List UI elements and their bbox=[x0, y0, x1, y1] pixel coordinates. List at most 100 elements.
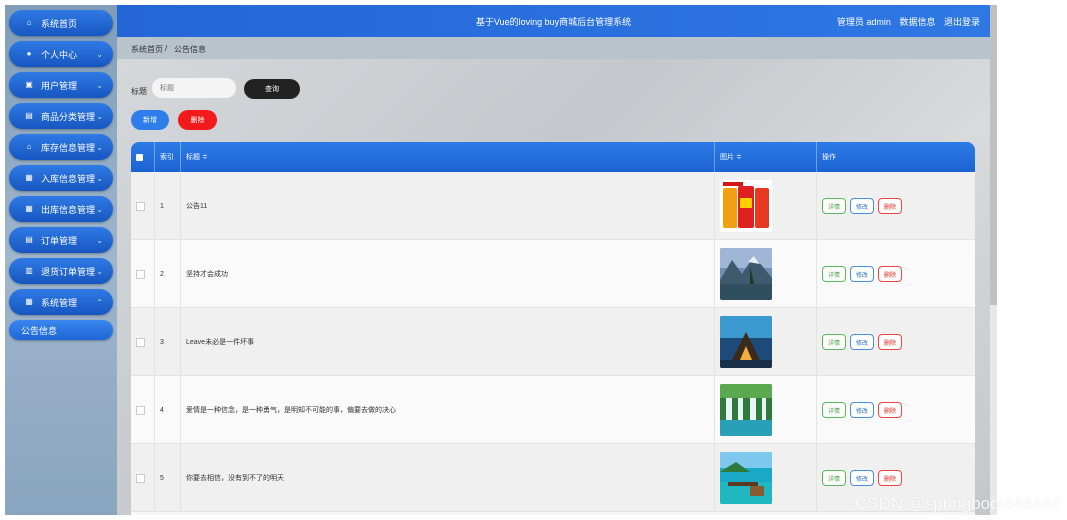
chevron-down-icon: ⌄ bbox=[96, 266, 103, 276]
sidebar-item-stock[interactable]: ⌂ 库存信息管理 ⌄ bbox=[9, 134, 113, 160]
sidebar-subitem-label: 公告信息 bbox=[21, 325, 58, 336]
sidebar-item-label: 订单管理 bbox=[41, 235, 78, 246]
column-header: 索引 bbox=[155, 142, 181, 172]
row-select[interactable] bbox=[131, 308, 155, 376]
row-select[interactable] bbox=[131, 444, 155, 512]
detail-button[interactable]: 详情 bbox=[822, 266, 847, 282]
sidebar-item-label: 个人中心 bbox=[41, 49, 78, 60]
breadcrumb-current: 公告信息 bbox=[174, 45, 206, 54]
detail-button[interactable]: 详情 bbox=[822, 334, 847, 350]
app-window: ⌂ 系统首页 ● 个人中心 ⌄ ▣ 用户管理 ⌄ ▤ 商品分类管理 ⌄ ⌂ 库存… bbox=[5, 5, 990, 515]
column-header[interactable]: 图片 ≑ bbox=[715, 142, 817, 172]
chevron-down-icon: ⌄ bbox=[96, 235, 103, 245]
top-header: 基于Vue的loving buy商城后台管理系统 管理员 admin 数据信息 … bbox=[117, 5, 990, 37]
delete-button[interactable]: 删除 bbox=[878, 334, 903, 350]
search-label: 标题 bbox=[131, 87, 147, 96]
edit-button[interactable]: 修改 bbox=[850, 266, 875, 282]
scrollbar-thumb[interactable] bbox=[990, 5, 997, 305]
row-checkbox[interactable] bbox=[136, 473, 145, 483]
user-icon: ● bbox=[26, 49, 32, 58]
row-checkbox[interactable] bbox=[136, 405, 145, 415]
row-checkbox[interactable] bbox=[136, 337, 145, 347]
column-header[interactable]: 标题 ≑ bbox=[181, 142, 715, 172]
notice-table: 索引 标题 ≑ 图片 ≑ 操作 1 公告11 详情 修改 删除 2 坚持才会成功… bbox=[131, 142, 975, 515]
row-select[interactable] bbox=[131, 240, 155, 308]
row-index: 5 bbox=[155, 444, 181, 512]
detail-button[interactable]: 详情 bbox=[822, 198, 847, 214]
chevron-down-icon: ⌄ bbox=[96, 173, 103, 183]
main-content: 标题 查询 新增 删除 索引 标题 ≑ 图片 ≑ 操作 1 公告11 bbox=[117, 59, 990, 515]
sidebar-item-label: 出库信息管理 bbox=[41, 204, 96, 215]
delete-button[interactable]: 删除 bbox=[878, 266, 903, 282]
row-checkbox[interactable] bbox=[136, 269, 145, 279]
chevron-down-icon: ⌄ bbox=[96, 80, 103, 90]
row-actions: 详情 修改 删除 bbox=[817, 376, 975, 444]
landscape-image bbox=[720, 248, 772, 300]
query-button[interactable]: 查询 bbox=[244, 79, 300, 99]
product-image bbox=[720, 180, 772, 232]
sidebar-item-outbound[interactable]: ▦ 出库信息管理 ⌄ bbox=[9, 196, 113, 222]
chevron-down-icon: ⌄ bbox=[96, 111, 103, 121]
breadcrumb-home[interactable]: 系统首页 bbox=[131, 44, 163, 55]
row-title: 爱情是一种信念，是一种勇气，是明知不可能的事，偏要去做的决心 bbox=[181, 376, 715, 444]
sidebar-item-label: 库存信息管理 bbox=[41, 142, 96, 153]
delete-button[interactable]: 删除 bbox=[878, 402, 903, 418]
sidebar-item-inbound[interactable]: ▦ 入库信息管理 ⌄ bbox=[9, 165, 113, 191]
table-row: 5 你要去相信，没有到不了的明天 详情 修改 删除 bbox=[131, 444, 975, 512]
grid-icon: ▦ bbox=[25, 204, 33, 213]
beach-image bbox=[720, 452, 772, 504]
data-info-link[interactable]: 数据信息 bbox=[899, 17, 935, 27]
sidebar-item-label: 入库信息管理 bbox=[41, 173, 96, 184]
row-actions: 详情 修改 删除 bbox=[817, 240, 975, 308]
chevron-down-icon: ⌄ bbox=[96, 49, 103, 59]
edit-button[interactable]: 修改 bbox=[850, 402, 875, 418]
row-title: 你要去相信，没有到不了的明天 bbox=[181, 444, 715, 512]
row-select[interactable] bbox=[131, 376, 155, 444]
sidebar-subitem-notice[interactable]: 公告信息 bbox=[9, 320, 113, 340]
detail-button[interactable]: 详情 bbox=[822, 470, 847, 486]
sidebar-item-orders[interactable]: ▤ 订单管理 ⌄ bbox=[9, 227, 113, 253]
edit-button[interactable]: 修改 bbox=[850, 470, 875, 486]
chevron-down-icon: ⌄ bbox=[96, 204, 103, 214]
doc-icon: ▥ bbox=[25, 266, 33, 275]
sidebar-item-system[interactable]: ▦ 系统管理 ⌃ bbox=[9, 289, 113, 315]
batch-delete-button[interactable]: 删除 bbox=[178, 110, 217, 130]
add-button[interactable]: 新增 bbox=[131, 110, 169, 130]
delete-button[interactable]: 删除 bbox=[878, 198, 903, 214]
row-image-cell bbox=[715, 376, 817, 444]
column-header: 操作 bbox=[822, 154, 836, 161]
sidebar-item-home[interactable]: ⌂ 系统首页 bbox=[9, 10, 113, 36]
sidebar-item-profile[interactable]: ● 个人中心 ⌄ bbox=[9, 41, 113, 67]
night-cabin-image bbox=[720, 316, 772, 368]
row-image-cell bbox=[715, 308, 817, 376]
row-actions: 详情 修改 删除 bbox=[817, 172, 975, 240]
row-checkbox[interactable] bbox=[136, 201, 145, 211]
breadcrumb-separator: / bbox=[165, 44, 168, 53]
detail-button[interactable]: 详情 bbox=[822, 402, 847, 418]
chevron-down-icon: ⌄ bbox=[96, 142, 103, 152]
grid-icon: ▦ bbox=[25, 173, 33, 182]
row-image-cell bbox=[715, 172, 817, 240]
edit-button[interactable]: 修改 bbox=[850, 198, 875, 214]
sidebar-item-users[interactable]: ▣ 用户管理 ⌄ bbox=[9, 72, 113, 98]
delete-button[interactable]: 删除 bbox=[878, 470, 903, 486]
sidebar-item-category[interactable]: ▤ 商品分类管理 ⌄ bbox=[9, 103, 113, 129]
edit-button[interactable]: 修改 bbox=[850, 334, 875, 350]
page-scrollbar[interactable] bbox=[990, 5, 997, 515]
row-index: 1 bbox=[155, 172, 181, 240]
table-row: 1 公告11 详情 修改 删除 bbox=[131, 172, 975, 240]
row-title: Leave未必是一件坏事 bbox=[181, 308, 715, 376]
table-row: 3 Leave未必是一件坏事 详情 修改 删除 bbox=[131, 308, 975, 376]
list-icon: ▤ bbox=[25, 111, 33, 120]
logout-link[interactable]: 退出登录 bbox=[944, 17, 980, 27]
header-user-area: 管理员 admin 数据信息 退出登录 bbox=[831, 15, 980, 28]
search-input[interactable] bbox=[152, 78, 236, 98]
waterfall-image bbox=[720, 384, 772, 436]
table-header: 索引 标题 ≑ 图片 ≑ 操作 bbox=[131, 142, 975, 172]
admin-label: 管理员 admin bbox=[836, 17, 891, 27]
sidebar-item-returns[interactable]: ▥ 退货订单管理 ⌄ bbox=[9, 258, 113, 284]
row-image-cell bbox=[715, 444, 817, 512]
row-select[interactable] bbox=[131, 172, 155, 240]
select-all-checkbox[interactable] bbox=[136, 153, 143, 161]
header-select-all[interactable] bbox=[131, 142, 155, 172]
